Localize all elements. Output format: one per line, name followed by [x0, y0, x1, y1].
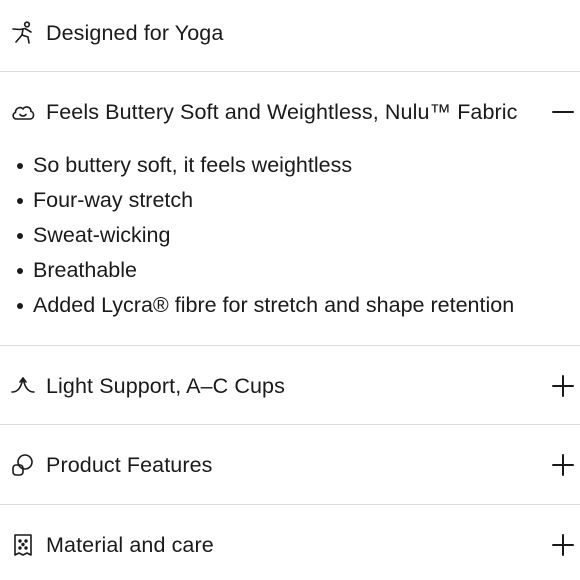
- accordion-item-light-support[interactable]: Light Support, A–C Cups: [0, 369, 580, 403]
- yoga-pose-icon: [10, 20, 36, 46]
- list-item: Four-way stretch: [0, 183, 580, 218]
- expand-plus-icon[interactable]: [551, 374, 575, 398]
- expand-plus-icon[interactable]: [551, 453, 575, 477]
- accordion-title: Material and care: [46, 532, 214, 557]
- fabric-feature-list: So buttery soft, it feels weightless Fou…: [0, 148, 580, 323]
- list-item: So buttery soft, it feels weightless: [0, 148, 580, 183]
- cloud-smile-icon: [10, 99, 36, 125]
- list-item: Added Lycra® fibre for stretch and shape…: [0, 288, 580, 323]
- divider: [0, 424, 580, 425]
- accordion-item-nulu-fabric[interactable]: Feels Buttery Soft and Weightless, Nulu™…: [0, 95, 580, 129]
- divider: [0, 504, 580, 505]
- expand-plus-icon[interactable]: [551, 533, 575, 557]
- accordion-title: Designed for Yoga: [46, 20, 224, 45]
- accordion-title: Product Features: [46, 452, 213, 477]
- accordion-item-designed-for-yoga[interactable]: Designed for Yoga: [0, 16, 580, 50]
- accordion-title: Light Support, A–C Cups: [46, 373, 285, 398]
- accordion-title: Feels Buttery Soft and Weightless, Nulu™…: [46, 99, 518, 124]
- divider: [0, 345, 580, 346]
- divider: [0, 71, 580, 72]
- care-label-icon: [10, 532, 36, 558]
- accordion-item-product-features[interactable]: Product Features: [0, 448, 580, 482]
- product-features-icon: [10, 452, 36, 478]
- support-icon: [10, 373, 36, 399]
- accordion-item-material-and-care[interactable]: Material and care: [0, 528, 580, 562]
- list-item: Breathable: [0, 253, 580, 288]
- collapse-minus-icon[interactable]: [551, 100, 575, 124]
- list-item: Sweat-wicking: [0, 218, 580, 253]
